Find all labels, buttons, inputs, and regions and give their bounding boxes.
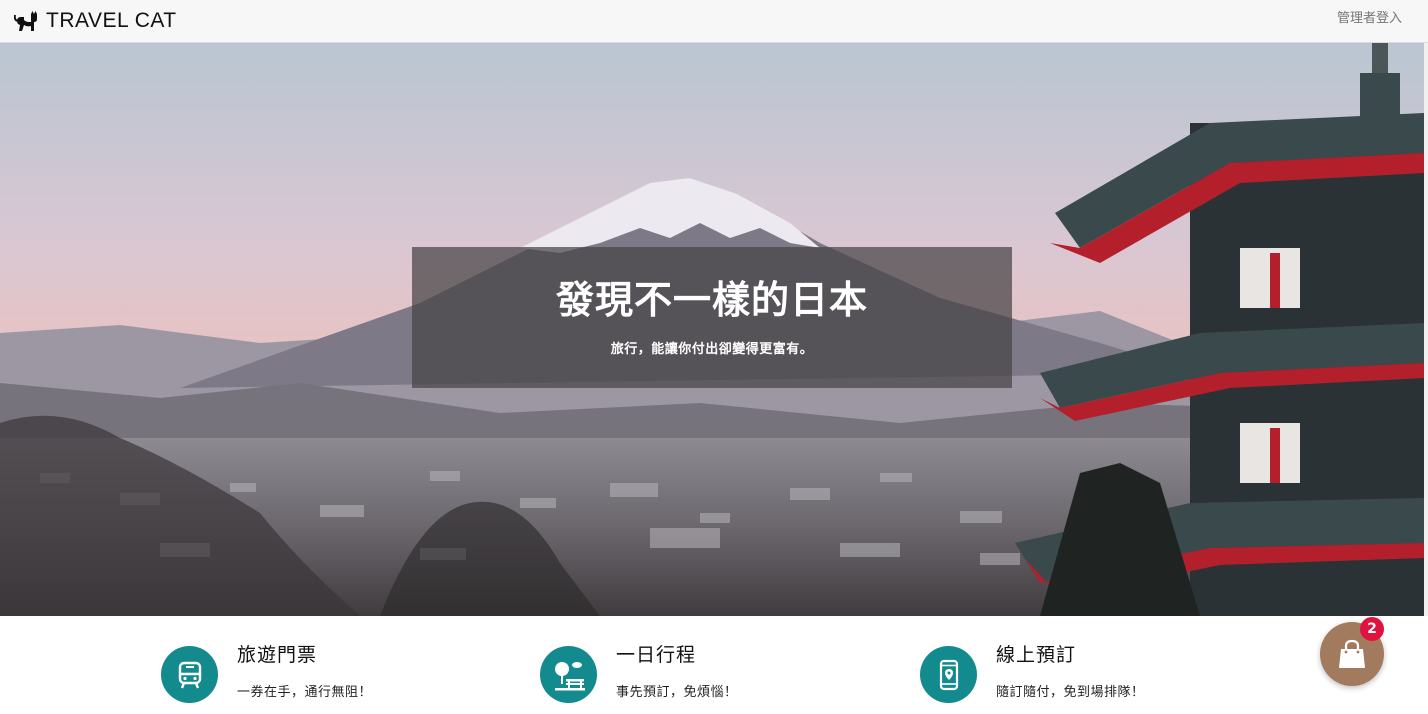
feature-online-booking: 線上預訂 隨訂隨付，免到場排隊！ [920,644,1145,703]
top-navbar: TRAVEL CAT 管理者登入 [0,0,1428,43]
shopping-bag-icon [1339,639,1365,668]
feature-description: 隨訂隨付，免到場排隊！ [996,685,1145,700]
page-scrollbar[interactable] [1424,43,1428,714]
bus-icon [161,646,218,703]
hero-banner: 發現不一樣的日本 旅行，能讓你付出卻變得更富有。 [0,43,1424,616]
feature-description: 一券在手，通行無阻！ [237,685,373,700]
hero-caption-box: 發現不一樣的日本 旅行，能讓你付出卻變得更富有。 [412,247,1012,388]
features-section: 旅遊門票 一券在手，通行無阻！ 一日行程 事先預訂，免煩惱！ 線上預訂 隨訂隨付… [0,616,1428,714]
feature-title: 旅遊門票 [237,644,318,666]
tree-bench-icon [540,646,597,703]
brand-name: TRAVEL CAT [46,9,177,32]
feature-day-trip: 一日行程 事先預訂，免煩惱！ [540,644,738,703]
mobile-location-icon [920,646,977,703]
feature-title: 一日行程 [616,644,697,666]
feature-tickets: 旅遊門票 一券在手，通行無阻！ [161,644,373,703]
admin-login-link[interactable]: 管理者登入 [1337,7,1402,26]
feature-title: 線上預訂 [996,644,1077,666]
cat-icon [13,9,38,33]
brand-link[interactable]: TRAVEL CAT [13,9,177,33]
hero-subtitle: 旅行，能讓你付出卻變得更富有。 [610,342,814,357]
hero-title: 發現不一樣的日本 [555,278,868,322]
cart-count-badge: 2 [1360,617,1384,641]
feature-description: 事先預訂，免煩惱！ [616,685,738,700]
